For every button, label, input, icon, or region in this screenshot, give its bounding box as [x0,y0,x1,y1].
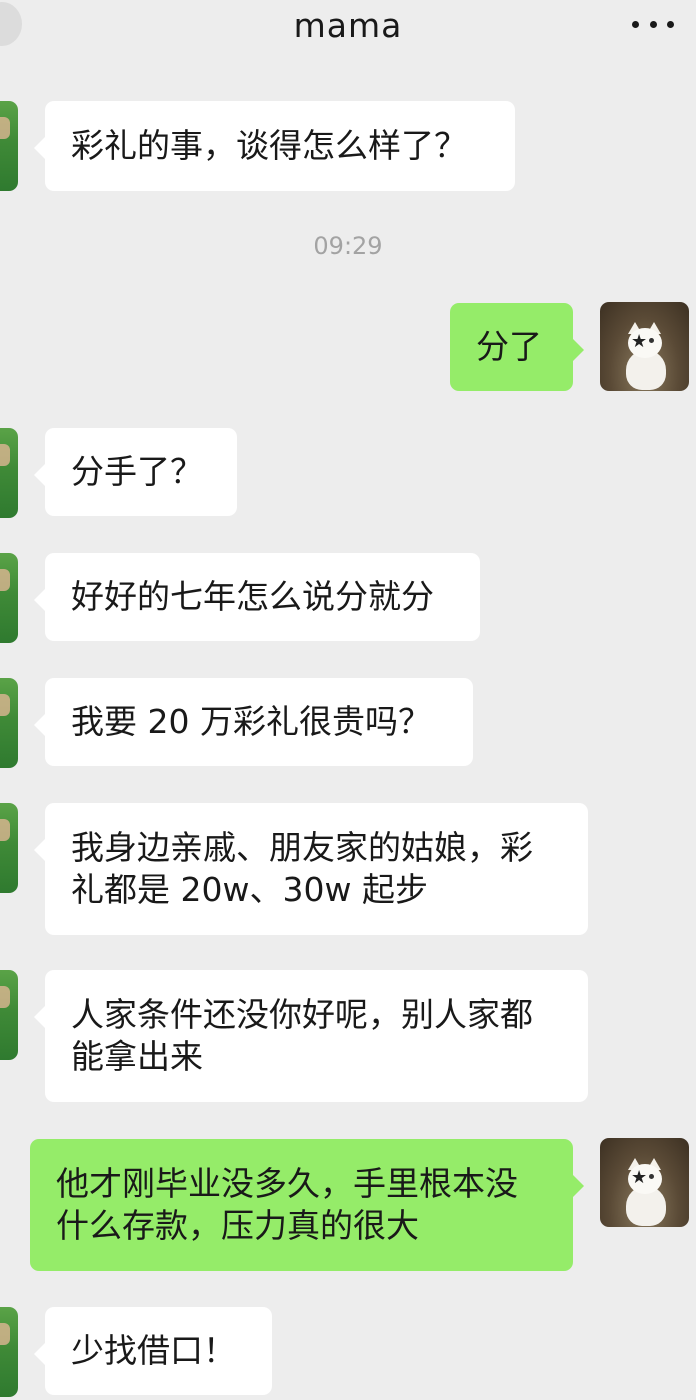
message-bubble-received[interactable]: 我要 20 万彩礼很贵吗？ [34,678,473,766]
my-avatar[interactable]: ★ [600,1138,689,1227]
contact-avatar[interactable] [0,678,18,768]
message-bubble-received[interactable]: 少找借口！ [34,1307,272,1395]
contact-avatar[interactable] [0,803,18,893]
cat-avatar-image: ★ [620,1158,670,1226]
contact-avatar[interactable] [0,428,18,518]
more-dots-icon[interactable] [632,14,674,34]
message-timestamp: 09:29 [313,232,383,260]
my-avatar[interactable]: ★ [600,302,689,391]
message-bubble-received[interactable]: 好好的七年怎么说分就分 [34,553,480,641]
message-bubble-sent[interactable]: 分了 [450,303,584,391]
chat-title: mama [293,6,403,45]
contact-avatar[interactable] [0,970,18,1060]
contact-avatar[interactable] [0,553,18,643]
message-bubble-received[interactable]: 我身边亲戚、朋友家的姑娘，彩礼都是 20w、30w 起步 [34,803,588,935]
contact-avatar[interactable] [0,1307,18,1397]
chat-header: mama [0,0,696,56]
contact-avatar[interactable] [0,101,18,191]
message-bubble-received[interactable]: 分手了？ [34,428,237,516]
message-bubble-received[interactable]: 彩礼的事，谈得怎么样了？ [34,101,515,191]
cat-avatar-image: ★ [620,322,670,390]
message-bubble-sent[interactable]: 他才刚毕业没多久，手里根本没什么存款，压力真的很大 [30,1139,584,1271]
message-bubble-received[interactable]: 人家条件还没你好呢，别人家都能拿出来 [34,970,588,1102]
